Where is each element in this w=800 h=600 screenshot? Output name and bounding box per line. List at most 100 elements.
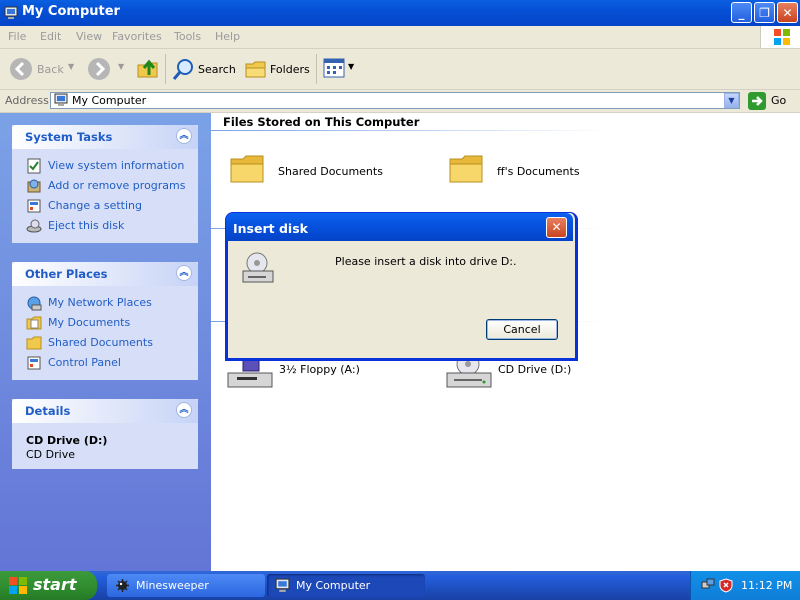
link-add-remove-programs[interactable]: Add or remove programs xyxy=(48,179,186,192)
toolbar-separator xyxy=(165,54,166,84)
menu-file[interactable]: File xyxy=(8,30,26,43)
clock: 11:12 PM xyxy=(741,579,793,592)
details-header[interactable]: Details ︽ xyxy=(12,399,198,423)
link-eject-disk[interactable]: Eject this disk xyxy=(48,219,124,232)
eject-disk-icon xyxy=(26,219,42,233)
details-title: Details xyxy=(25,404,71,418)
title-bar[interactable]: My Computer _ ❐ ✕ xyxy=(0,0,800,26)
menu-view[interactable]: View xyxy=(76,30,102,43)
my-documents-icon xyxy=(26,316,42,330)
folder-label: ff's Documents xyxy=(497,165,580,178)
start-label: start xyxy=(33,575,77,594)
back-arrow-icon xyxy=(10,58,32,80)
collapse-chevron-icon[interactable]: ︽ xyxy=(176,265,192,281)
control-panel-icon xyxy=(27,199,41,213)
menu-tools[interactable]: Tools xyxy=(174,30,201,43)
cd-drive-icon xyxy=(242,252,274,283)
go-button[interactable]: Go xyxy=(748,91,796,111)
task-label: My Computer xyxy=(296,579,371,592)
link-my-network-places[interactable]: My Network Places xyxy=(48,296,152,309)
control-panel-icon xyxy=(27,356,41,370)
link-my-documents[interactable]: My Documents xyxy=(48,316,130,329)
go-arrow-icon xyxy=(748,92,766,110)
insert-disk-dialog: Insert disk ✕ Please insert a disk into … xyxy=(226,213,577,360)
security-shield-icon[interactable] xyxy=(719,578,733,593)
toolbar-separator xyxy=(316,54,317,84)
start-button[interactable]: start xyxy=(0,571,97,600)
dialog-title-bar[interactable]: Insert disk ✕ xyxy=(226,213,573,241)
section-header: Files Stored on This Computer xyxy=(223,115,420,129)
other-places-header[interactable]: Other Places ︽ xyxy=(12,262,198,286)
dialog-close-button[interactable]: ✕ xyxy=(546,217,567,238)
other-places-title: Other Places xyxy=(25,267,108,281)
folder-ff-documents[interactable]: ff's Documents xyxy=(448,151,628,193)
close-button[interactable]: ✕ xyxy=(777,2,798,23)
maximize-button[interactable]: ❐ xyxy=(754,2,775,23)
dialog-message: Please insert a disk into drive D:. xyxy=(335,255,517,268)
section-divider xyxy=(211,130,611,131)
folder-label: Shared Documents xyxy=(278,165,383,178)
task-pane: System Tasks ︽ View system information A… xyxy=(0,113,211,571)
back-dropdown-icon[interactable]: ▼ xyxy=(68,62,74,71)
collapse-chevron-icon[interactable]: ︽ xyxy=(176,128,192,144)
details-panel: Details ︽ CD Drive (D:) CD Drive xyxy=(12,399,198,469)
minesweeper-icon xyxy=(116,579,129,592)
link-view-system-information[interactable]: View system information xyxy=(48,159,184,172)
folder-icon xyxy=(230,155,264,183)
windows-flag-icon xyxy=(9,577,27,594)
other-places-panel: Other Places ︽ My Network Places My Docu… xyxy=(12,262,198,380)
up-folder-icon[interactable] xyxy=(135,55,161,81)
forward-dropdown-icon[interactable]: ▼ xyxy=(118,62,124,71)
address-dropdown-icon[interactable]: ▼ xyxy=(724,93,739,108)
folders-button[interactable]: Folders xyxy=(242,55,310,83)
views-icon xyxy=(323,58,345,78)
folder-icon xyxy=(449,155,483,183)
search-label: Search xyxy=(198,63,236,76)
search-button[interactable]: Search xyxy=(170,55,236,83)
minimize-button[interactable]: _ xyxy=(731,2,752,23)
toolbar: Back ▼ ▼ Search Folders ▼ xyxy=(0,49,800,90)
folder-shared-documents[interactable]: Shared Documents xyxy=(229,151,409,193)
task-my-computer[interactable]: My Computer xyxy=(267,574,425,597)
folders-icon xyxy=(245,61,266,78)
add-remove-programs-icon xyxy=(27,179,41,193)
address-bar: Address My Computer ▼ Go xyxy=(0,90,800,113)
windows-logo-icon xyxy=(760,26,800,48)
back-label: Back xyxy=(37,63,64,76)
views-button[interactable]: ▼ xyxy=(322,57,358,81)
link-control-panel[interactable]: Control Panel xyxy=(48,356,121,369)
cancel-button[interactable]: Cancel xyxy=(486,319,558,340)
window-title: My Computer xyxy=(22,4,120,19)
search-icon xyxy=(172,59,193,80)
task-label: Minesweeper xyxy=(136,579,209,592)
link-shared-documents[interactable]: Shared Documents xyxy=(48,336,153,349)
menu-help[interactable]: Help xyxy=(215,30,240,43)
menu-favorites[interactable]: Favorites xyxy=(112,30,162,43)
menu-edit[interactable]: Edit xyxy=(40,30,61,43)
collapse-chevron-icon[interactable]: ︽ xyxy=(176,402,192,418)
system-tasks-header[interactable]: System Tasks ︽ xyxy=(12,125,198,149)
address-value: My Computer xyxy=(72,94,147,107)
my-computer-icon xyxy=(275,578,290,592)
network-places-icon xyxy=(27,296,42,311)
drive-label: CD Drive (D:) xyxy=(498,363,572,376)
address-input[interactable]: My Computer ▼ xyxy=(50,92,740,109)
drive-label: 3½ Floppy (A:) xyxy=(279,363,360,376)
system-tasks-title: System Tasks xyxy=(25,130,113,144)
my-computer-icon xyxy=(54,93,68,106)
folders-label: Folders xyxy=(270,63,310,76)
system-tasks-panel: System Tasks ︽ View system information A… xyxy=(12,125,198,243)
details-name: CD Drive (D:) xyxy=(26,434,108,447)
forward-button[interactable]: ▼ xyxy=(86,55,128,83)
task-minesweeper[interactable]: Minesweeper xyxy=(107,574,265,597)
go-label: Go xyxy=(771,94,787,107)
system-info-icon xyxy=(27,158,41,174)
back-button[interactable]: Back ▼ xyxy=(6,55,76,83)
link-change-setting[interactable]: Change a setting xyxy=(48,199,142,212)
dialog-title: Insert disk xyxy=(233,221,308,236)
network-tray-icon[interactable] xyxy=(701,578,715,592)
shared-folder-icon xyxy=(26,336,42,350)
system-tray: 11:12 PM xyxy=(690,571,800,600)
taskbar: start Minesweeper My Computer 11:12 PM xyxy=(0,571,800,600)
forward-arrow-icon xyxy=(88,58,110,80)
